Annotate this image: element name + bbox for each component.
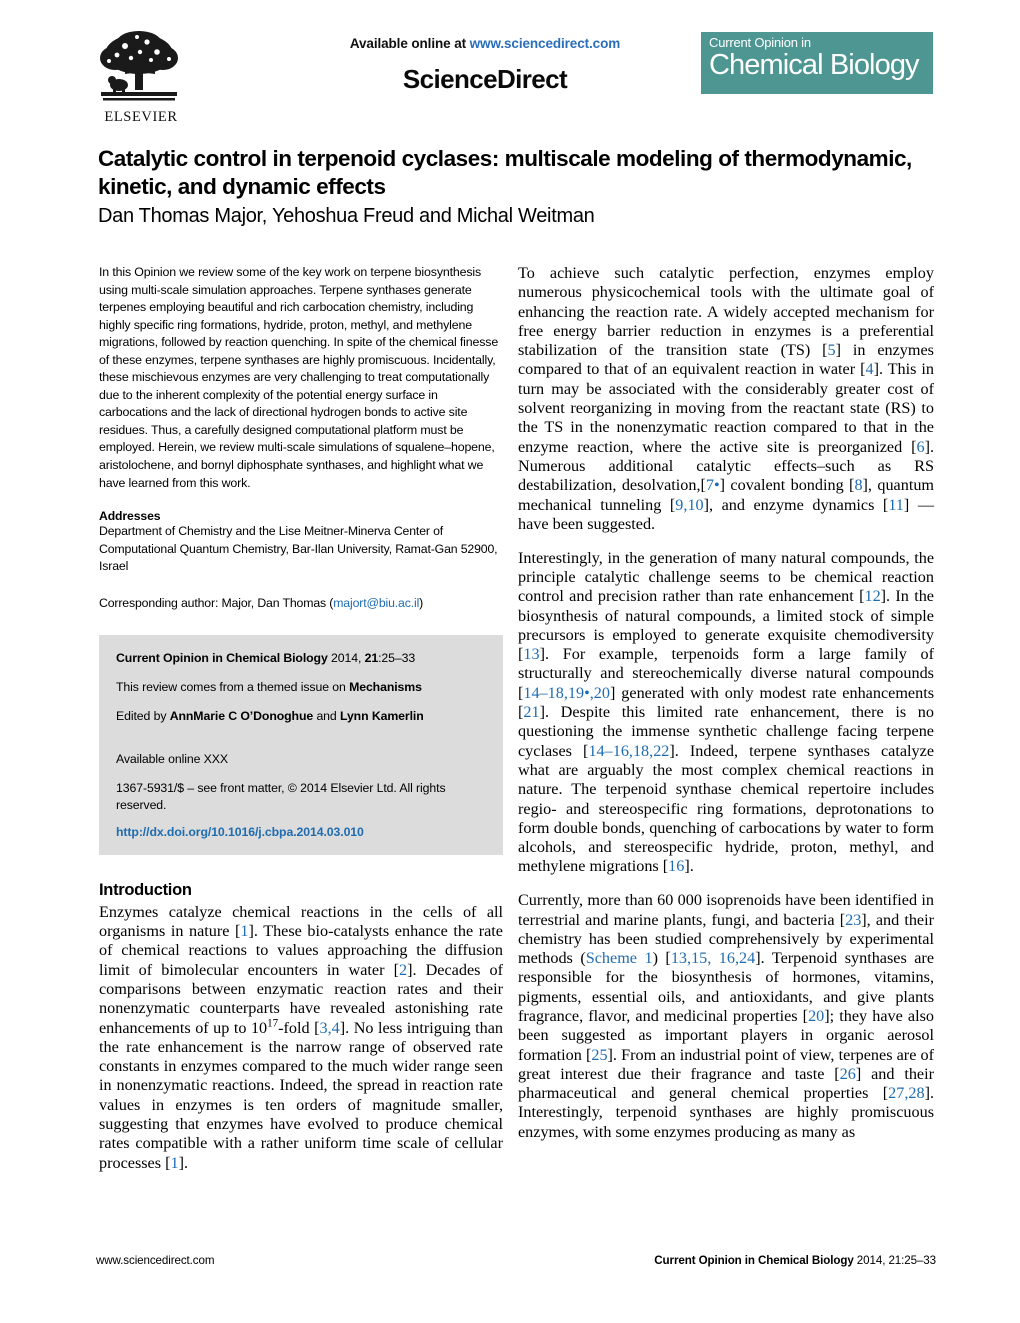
- corresponding-suffix: ): [419, 596, 424, 611]
- citation-ref[interactable]: 7•: [706, 476, 720, 494]
- abstract-text: In this Opinion we review some of the ke…: [99, 265, 499, 490]
- article-authors: Dan Thomas Major, Yehoshua Freud and Mic…: [98, 205, 595, 227]
- right-paragraph-3: Currently, more than 60 000 isoprenoids …: [518, 891, 934, 1142]
- elsevier-tree-icon: [100, 31, 178, 101]
- page-footer: www.sciencedirect.com Current Opinion in…: [96, 1254, 936, 1267]
- exponent: 17: [267, 1017, 279, 1030]
- intro-text-e: ]. No less intriguing than the rate enha…: [99, 1018, 504, 1172]
- infobox-pages: :25–33: [378, 650, 416, 665]
- title-block: Catalytic control in terpenoid cyclases:…: [98, 145, 934, 229]
- intro-text-f: ].: [178, 1153, 188, 1172]
- footer-website[interactable]: www.sciencedirect.com: [96, 1254, 214, 1267]
- citation-ref[interactable]: 14–16,18,22: [588, 742, 669, 760]
- infobox-citation: Current Opinion in Chemical Biology 2014…: [116, 650, 486, 667]
- citation-ref[interactable]: 21: [523, 703, 539, 721]
- footer-citation: Current Opinion in Chemical Biology 2014…: [654, 1254, 936, 1267]
- citation-ref[interactable]: 25: [591, 1046, 607, 1064]
- corresponding-email-link[interactable]: majort@biu.ac.il: [333, 596, 419, 610]
- introduction-paragraph-1: Enzymes catalyze chemical reactions in t…: [99, 903, 503, 1173]
- right-column: To achieve such catalytic perfection, en…: [518, 264, 934, 1142]
- footer-journal-name: Current Opinion in Chemical Biology: [654, 1254, 854, 1267]
- corresponding-prefix: Corresponding author: Major, Dan Thomas …: [99, 596, 334, 611]
- edited-conjunction: and: [313, 708, 340, 723]
- infobox-doi-link[interactable]: http://dx.doi.org/10.1016/j.cbpa.2014.03…: [116, 825, 486, 839]
- citation-ref[interactable]: 20: [808, 1007, 824, 1025]
- masthead: ELSEVIER Available online at www.science…: [95, 28, 933, 136]
- citation-ref[interactable]: 5: [828, 341, 836, 359]
- edited-prefix: Edited by: [116, 708, 170, 723]
- addresses-text: Department of Chemistry and the Lise Mei…: [99, 524, 498, 573]
- elsevier-wordmark: ELSEVIER: [104, 109, 178, 125]
- journal-info-box: Current Opinion in Chemical Biology 2014…: [99, 634, 503, 855]
- citation-ref[interactable]: 26: [840, 1065, 856, 1083]
- citation-ref[interactable]: 23: [845, 911, 861, 929]
- citation-ref[interactable]: 11: [888, 496, 904, 514]
- infobox-available-online: Available online XXX: [116, 751, 228, 766]
- themed-prefix: This review comes from a themed issue on: [116, 679, 350, 694]
- infobox-year: 2014,: [327, 650, 365, 665]
- rc3-text-c: ) [: [652, 949, 671, 968]
- rc1-text-e: ] covalent bonding [: [719, 476, 855, 495]
- infobox-frontmatter: 1367-5931/$ – see front matter, © 2014 E…: [116, 780, 446, 812]
- sciencedirect-url[interactable]: www.sciencedirect.com: [470, 36, 621, 51]
- citation-ref[interactable]: 12: [864, 587, 880, 605]
- themed-topic: Mechanisms: [349, 679, 422, 694]
- citation-ref[interactable]: 6: [916, 438, 924, 456]
- article-title: Catalytic control in terpenoid cyclases:…: [98, 146, 912, 199]
- infobox-themed-issue: This review comes from a themed issue on…: [116, 679, 486, 696]
- introduction-heading: Introduction: [99, 880, 192, 899]
- left-column: In this Opinion we review some of the ke…: [99, 264, 503, 1187]
- journal-logo-name: Chemical Biology: [709, 49, 920, 81]
- sciencedirect-block: Available online at www.sciencedirect.co…: [285, 36, 685, 95]
- sciencedirect-wordmark: ScienceDirect: [402, 64, 568, 94]
- citation-ref[interactable]: 3,4: [320, 1019, 340, 1037]
- journal-logo-badge: Current Opinion in Chemical Biology: [701, 32, 933, 94]
- citation-ref[interactable]: 27,28: [888, 1084, 924, 1102]
- elsevier-logo: ELSEVIER: [95, 28, 191, 132]
- rc2-text-f: ]. Indeed, terpene synthases catalyze wh…: [518, 741, 935, 876]
- journal-logo-prefix: Current Opinion in: [709, 35, 811, 50]
- available-online-text: Available online at: [349, 36, 470, 51]
- corresponding-author-line: Corresponding author: Major, Dan Thomas …: [99, 595, 503, 612]
- right-paragraph-1: To achieve such catalytic perfection, en…: [518, 264, 934, 534]
- addresses-heading: Addresses: [99, 509, 161, 524]
- citation-ref[interactable]: 4: [865, 360, 873, 378]
- infobox-volume: 21: [364, 650, 379, 665]
- infobox-editors: Edited by AnnMarie C O’Donoghue and Lynn…: [116, 708, 486, 725]
- citation-ref[interactable]: 9,10: [675, 496, 703, 514]
- intro-text-d: -fold [: [278, 1018, 320, 1037]
- journal-article-page: ELSEVIER Available online at www.science…: [0, 0, 1020, 1323]
- citation-ref[interactable]: 13,15, 16,24: [671, 949, 755, 967]
- footer-volume-pages: 2014, 21:25–33: [853, 1254, 936, 1267]
- rc1-text-g: ], and enzyme dynamics [: [703, 495, 889, 514]
- available-online-line: Available online at www.sciencedirect.co…: [285, 36, 685, 51]
- citation-ref[interactable]: 1: [170, 1154, 178, 1172]
- citation-ref[interactable]: 13: [523, 645, 539, 663]
- citation-ref[interactable]: 2: [399, 961, 407, 979]
- citation-ref[interactable]: 14–18,19•,20: [523, 684, 610, 702]
- rc2-text-g: ].: [684, 857, 694, 876]
- citation-ref[interactable]: 8: [854, 476, 862, 494]
- editor-two: Lynn Kamerlin: [339, 708, 424, 723]
- infobox-journal-name: Current Opinion in Chemical Biology: [116, 650, 328, 665]
- scheme-link[interactable]: Scheme 1: [586, 949, 653, 967]
- right-paragraph-2: Interestingly, in the generation of many…: [518, 549, 934, 877]
- infobox-spacer: [116, 725, 486, 751]
- citation-ref[interactable]: 16: [668, 857, 684, 875]
- editor-one: AnnMarie C O’Donoghue: [169, 708, 314, 723]
